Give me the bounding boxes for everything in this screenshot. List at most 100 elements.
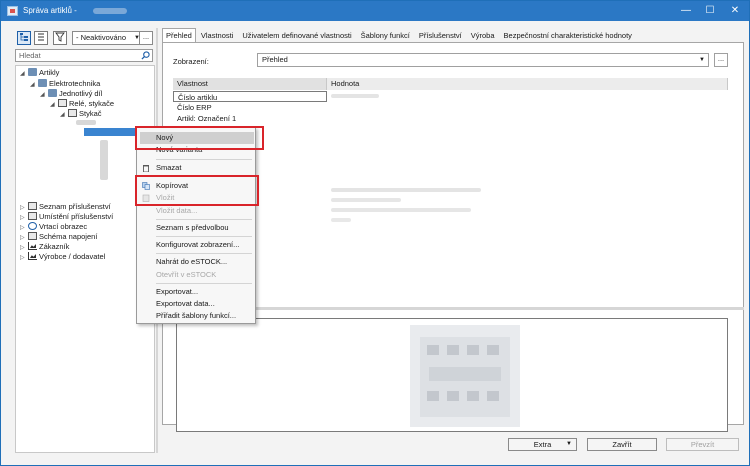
drilling-pattern-icon: [28, 222, 37, 230]
close-button[interactable]: Zavřít: [587, 438, 657, 451]
tab-accessories[interactable]: Příslušenství: [415, 28, 466, 42]
grid-row[interactable]: Číslo ERP: [173, 102, 327, 113]
blurred-value: [331, 208, 471, 212]
contactor-preview-image: [410, 325, 520, 427]
window-title-blurred-part: [93, 8, 127, 14]
tree-node-label: Elektrotechnika: [49, 79, 101, 88]
blurred-value: [331, 218, 351, 222]
menu-item-configure-view[interactable]: Konfigurovat zobrazení...: [137, 239, 255, 251]
article-tree: ◢ Artikly ◢ Elektrotechnika ◢ Jednotlivý dí…: [15, 65, 155, 453]
menu-separator: [156, 159, 252, 160]
blurred-tree-items[interactable]: [100, 140, 108, 180]
menu-separator: [156, 236, 252, 237]
menu-item-export-data[interactable]: Exportovat data...: [137, 298, 255, 310]
accessory-placement-icon: [28, 212, 37, 220]
menu-item-export[interactable]: Exportovat...: [137, 286, 255, 298]
tree-expanded-arrow-icon[interactable]: ◢: [60, 110, 68, 120]
folder-icon: [48, 89, 57, 97]
display-more-button[interactable]: ...: [714, 53, 728, 67]
tab-function-templates[interactable]: Šablony funkcí: [357, 28, 414, 42]
folder-icon: [38, 79, 47, 87]
menu-item-preset-list[interactable]: Seznam s předvolbou: [137, 222, 255, 234]
blurred-value: [331, 188, 481, 192]
menu-separator: [156, 283, 252, 284]
tab-safety-values[interactable]: Bezpečnostní charakteristické hodnoty: [500, 28, 636, 42]
filter-more-button[interactable]: ...: [139, 31, 153, 45]
tree-node-label: Jednotlivý díl: [59, 89, 103, 98]
grid-row[interactable]: Číslo artiklu: [173, 91, 327, 102]
tab-strip: Přehled Vlastnosti Uživatelem definované v…: [162, 28, 637, 42]
accessory-list-icon: [28, 202, 37, 210]
blurred-tree-item[interactable]: [76, 120, 96, 125]
grid-header: Vlastnost Hodnota: [173, 78, 728, 90]
minimize-button[interactable]: —: [677, 4, 695, 17]
tree-node-zakaznik[interactable]: ▷ Zákazník: [20, 242, 69, 252]
highlight-box-new: [135, 126, 264, 150]
search-icon[interactable]: [141, 51, 150, 60]
connection-diagram-icon: [28, 232, 37, 240]
folder-icon: [28, 68, 37, 76]
close-window-button[interactable]: ✕: [726, 4, 744, 17]
tree-expanded-arrow-icon[interactable]: ◢: [20, 69, 28, 79]
maximize-button[interactable]: ☐: [701, 4, 719, 17]
menu-item-open-estock[interactable]: Otevřít v eSTOCK: [137, 269, 255, 281]
navigator-panel: - Neaktivováno ▼ ... Hledat ◢ Artikly ◢ El…: [15, 28, 155, 453]
tree-node-jednotlivy-dil[interactable]: ◢ Jednotlivý díl: [40, 89, 102, 99]
tab-vlastnosti[interactable]: Vlastnosti: [197, 28, 238, 42]
tree-node-rele-stykace[interactable]: ◢ Relé, stykače: [50, 99, 114, 109]
grid-row[interactable]: Artikl: Označení 1: [173, 113, 327, 124]
menu-separator: [156, 253, 252, 254]
tree-node-label: Relé, stykače: [69, 99, 115, 108]
list-view-toggle-button[interactable]: [34, 31, 48, 45]
tree-expanded-arrow-icon[interactable]: ◢: [50, 100, 58, 110]
extra-button[interactable]: Extra ▼: [508, 438, 577, 451]
filter-icon: [55, 32, 65, 42]
title-bar: Správa artiklů - — ☐ ✕: [1, 1, 749, 21]
tab-user-defined-properties[interactable]: Uživatelem definované vlastnosti: [238, 28, 355, 42]
relay-icon: [58, 99, 67, 107]
tree-node-umisteni-prislusenstvi[interactable]: ▷ Umístění příslušenství: [20, 212, 113, 222]
tree-node-stykac[interactable]: ◢ Stykač: [60, 109, 102, 119]
menu-separator: [156, 219, 252, 220]
filter-button[interactable]: [53, 31, 67, 45]
tree-collapsed-arrow-icon[interactable]: ▷: [20, 253, 28, 263]
tree-node-label: Artikly: [39, 68, 60, 77]
tree-node-label: Umístění příslušenství: [39, 212, 114, 221]
tree-node-seznam-prislusenstvi[interactable]: ▷ Seznam příslušenství: [20, 202, 111, 212]
manufacturer-icon: [28, 252, 37, 260]
list-view-icon: [38, 33, 44, 41]
article-preview: [176, 318, 728, 432]
tree-expanded-arrow-icon[interactable]: ◢: [30, 80, 38, 90]
tree-expanded-arrow-icon[interactable]: ◢: [40, 90, 48, 100]
chevron-down-icon: ▼: [699, 57, 705, 63]
blurred-value: [331, 198, 401, 202]
display-select[interactable]: Přehled ▼: [257, 53, 709, 67]
property-name: Artikl: Označení 1: [177, 114, 237, 123]
contactor-icon: [68, 109, 77, 117]
filter-value: - Neaktivováno: [76, 33, 127, 42]
menu-item-delete[interactable]: Smazat: [137, 162, 255, 174]
menu-item-paste-data[interactable]: Vložit data...: [137, 205, 255, 217]
tree-node-label: Seznam příslušenství: [39, 202, 111, 211]
tree-node-label: Zákazník: [39, 242, 70, 251]
filter-select[interactable]: - Neaktivováno ▼: [72, 31, 144, 45]
tree-node-artikly[interactable]: ◢ Artikly: [20, 68, 59, 78]
search-input[interactable]: Hledat: [15, 49, 153, 62]
column-header-value[interactable]: Hodnota: [327, 78, 728, 90]
extra-label: Extra: [533, 440, 552, 449]
tree-node-label: Výrobce / dodavatel: [39, 252, 106, 261]
column-header-property[interactable]: Vlastnost: [173, 78, 327, 90]
tree-node-schema-napojeni[interactable]: ▷ Schéma napojení: [20, 232, 97, 242]
tree-view-toggle-button[interactable]: [17, 31, 31, 45]
dropdown-arrow-icon: ▼: [566, 441, 572, 447]
tab-production[interactable]: Výroba: [467, 28, 499, 42]
menu-item-assign-function-templates[interactable]: Přiřadit šablony funkcí...: [137, 310, 255, 322]
tree-node-vyrobce-dodavatel[interactable]: ▷ Výrobce / dodavatel: [20, 252, 105, 262]
tree-node-elektrotechnika[interactable]: ◢ Elektrotechnika: [30, 79, 100, 89]
blurred-value: [331, 94, 379, 98]
context-menu: Nový Nová varianta Smazat Kopírovat Vlož…: [136, 127, 256, 324]
tab-prehled[interactable]: Přehled: [162, 28, 196, 42]
apply-button[interactable]: Převzít: [666, 438, 739, 451]
tree-node-vrtaci-obrazec[interactable]: ▷ Vrtací obrazec: [20, 222, 87, 232]
menu-item-upload-estock[interactable]: Nahrát do eSTOCK...: [137, 256, 255, 268]
